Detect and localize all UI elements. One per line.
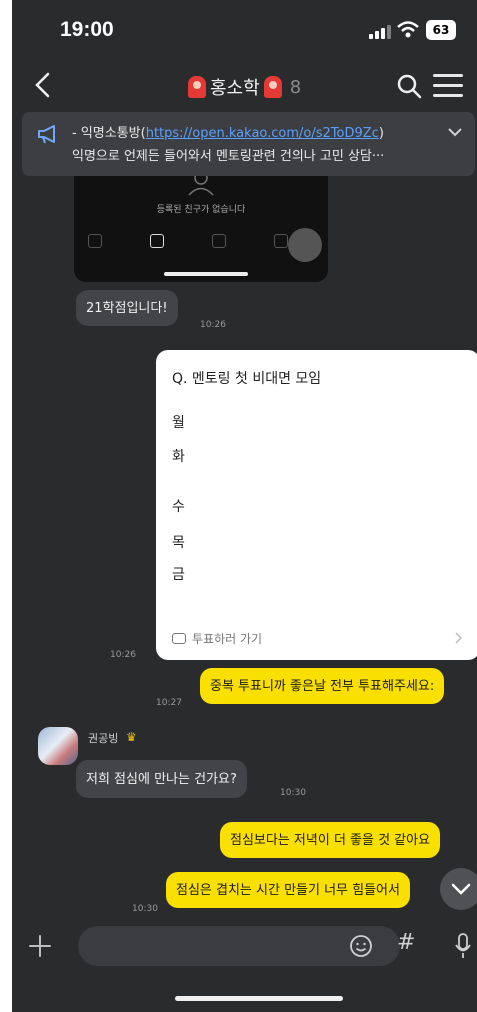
message-bubble-in[interactable]: 저희 점심에 만나는 건가요? bbox=[76, 760, 247, 798]
battery-icon: 63 bbox=[426, 20, 456, 40]
poll-vote-label: 투표하러 가기 bbox=[192, 632, 263, 646]
message-bubble-out[interactable]: 중복 투표니까 좋은날 전부 투표해주세요: bbox=[200, 668, 445, 704]
poll-vote-link[interactable]: 투표하러 가기 bbox=[172, 630, 262, 647]
poll-question: Q. 멘토링 첫 비대면 모임 bbox=[172, 371, 322, 387]
notice-link[interactable]: https://open.kakao.com/o/s2ToD9Zc bbox=[146, 126, 379, 141]
poll-option: 화 bbox=[172, 449, 185, 465]
siren-emoji-icon bbox=[263, 76, 282, 98]
chevron-down-icon[interactable] bbox=[447, 126, 463, 138]
message-bubble-out[interactable]: 점심보다는 저녁이 더 좋을 것 같아요 bbox=[220, 822, 441, 858]
emoji-icon[interactable] bbox=[349, 934, 373, 958]
bell-tab-icon bbox=[274, 234, 288, 248]
message-bubble-out[interactable]: 점심은 겹치는 시간 만들기 너무 힘들어서 bbox=[166, 872, 410, 908]
signal-icon bbox=[369, 23, 391, 39]
ballot-box-icon bbox=[172, 633, 186, 644]
message-bubble-in[interactable]: 21학점입니다! bbox=[76, 290, 178, 326]
chat-header: 홍소학 8 bbox=[12, 62, 477, 110]
mini-home-indicator bbox=[164, 272, 248, 276]
home-tab-icon bbox=[88, 234, 102, 248]
notice-line-1: - 익명소통방(https://open.kakao.com/o/s2ToD9Z… bbox=[72, 126, 384, 141]
search-icon[interactable] bbox=[395, 72, 423, 100]
notice-line-2: 익명으로 언제든 들어와서 멘토링관련 건의나 고민 상담··· bbox=[72, 149, 385, 164]
sender-name: 권공빙 bbox=[88, 732, 119, 745]
wifi-icon bbox=[397, 21, 419, 38]
chat-tab-icon bbox=[150, 234, 164, 248]
status-bar: 19:00 63 bbox=[12, 0, 477, 62]
siren-emoji-icon bbox=[188, 76, 206, 98]
back-arrow-icon[interactable] bbox=[28, 68, 58, 102]
poll-option: 수 bbox=[172, 499, 185, 515]
chat-title-group[interactable]: 홍소학 8 bbox=[188, 74, 301, 100]
empty-friends-text: 등록된 친구가 없습니다 bbox=[156, 205, 246, 215]
microphone-icon[interactable] bbox=[454, 932, 472, 960]
message-time: 10:26 bbox=[110, 650, 136, 660]
avatar[interactable] bbox=[38, 727, 78, 765]
home-indicator bbox=[175, 996, 343, 1001]
poll-option: 월 bbox=[172, 415, 185, 431]
message-time: 10:30 bbox=[132, 904, 158, 914]
poll-card[interactable]: Q. 멘토링 첫 비대면 모임 월 화 수 목 금 투표하러 가기 bbox=[156, 350, 477, 660]
scan-button-icon bbox=[288, 228, 322, 262]
chevron-right-icon bbox=[455, 632, 462, 644]
plus-icon[interactable] bbox=[28, 934, 52, 958]
mini-tab-bar bbox=[88, 234, 288, 254]
clock: 19:00 bbox=[60, 18, 114, 41]
member-count: 8 bbox=[289, 76, 302, 98]
grid-tab-icon bbox=[212, 234, 226, 248]
notice-banner[interactable]: - 익명소통방(https://open.kakao.com/o/s2ToD9Z… bbox=[22, 112, 475, 176]
chat-title: 홍소학 bbox=[210, 78, 260, 99]
chevron-down-icon bbox=[451, 883, 471, 895]
scroll-to-bottom-button[interactable] bbox=[440, 868, 477, 910]
poll-option: 금 bbox=[172, 567, 185, 583]
megaphone-icon bbox=[38, 125, 55, 144]
message-input-bar: # bbox=[12, 922, 477, 982]
message-time: 10:27 bbox=[156, 698, 182, 708]
chat-screen: 19:00 63 홍소학 8 등록된 친구가 없습니다 - 익명소통방(http… bbox=[12, 0, 477, 1012]
poll-option: 목 bbox=[172, 535, 185, 551]
message-time: 10:30 bbox=[280, 788, 306, 798]
message-time: 10:26 bbox=[200, 320, 226, 330]
host-crown-icon: ♛ bbox=[126, 730, 137, 744]
hashtag-search-button[interactable]: # bbox=[397, 930, 415, 955]
menu-icon[interactable] bbox=[433, 74, 463, 98]
